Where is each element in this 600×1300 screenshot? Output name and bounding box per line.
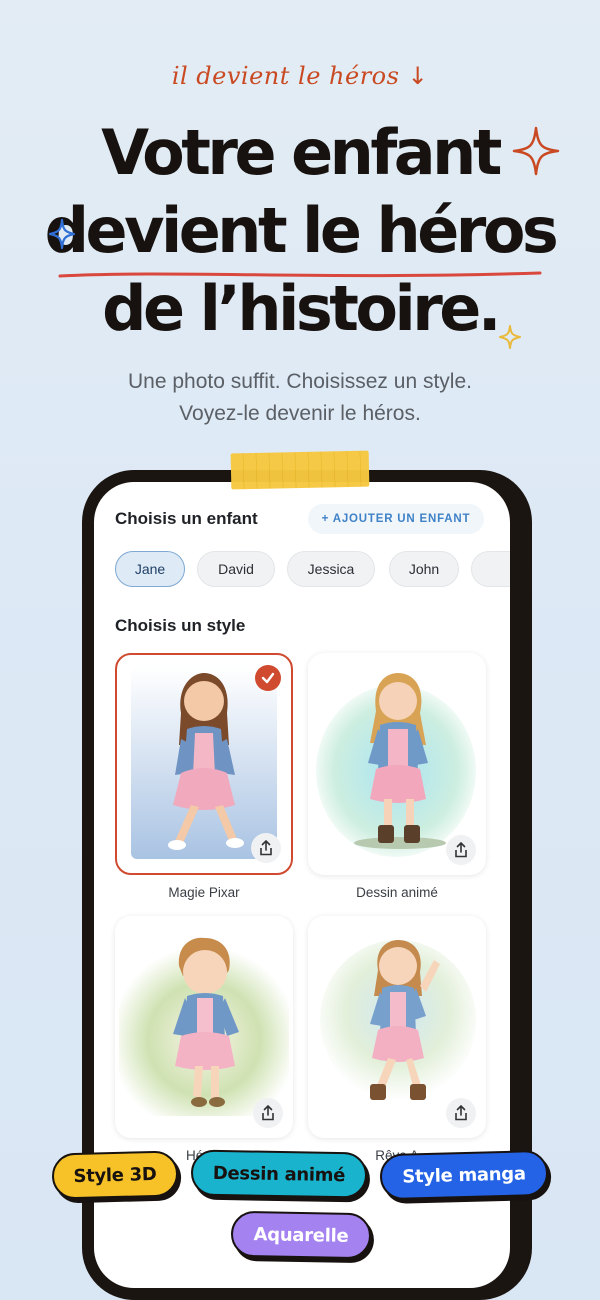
headline-line-1: Votre enfant — [101, 116, 502, 189]
child-chip-jane[interactable]: Jane — [115, 551, 185, 587]
tape-decoration — [230, 450, 370, 490]
sparkle-icon — [499, 325, 521, 349]
child-chip-john[interactable]: John — [389, 551, 459, 587]
sparkle-icon — [48, 218, 76, 250]
headline-line-2: devient le héros — [44, 194, 559, 267]
badge-cartoon: Dessin animé — [190, 1149, 368, 1199]
check-icon — [255, 665, 281, 691]
style-section-title: Choisis un style — [115, 616, 246, 635]
style-label-pixar: Magie Pixar — [168, 885, 240, 900]
child-chip-more[interactable] — [471, 551, 510, 587]
sparkle-icon — [512, 126, 560, 176]
style-card-cartoon[interactable] — [308, 653, 486, 875]
subtitle-line-2: Voyez-le devenir le héros. — [179, 402, 421, 425]
style-card-pixar[interactable] — [115, 653, 293, 875]
badge-manga: Style manga — [379, 1149, 549, 1201]
child-section-title: Choisis un enfant — [115, 509, 258, 528]
share-icon[interactable] — [446, 835, 476, 865]
subtitle-line-1: Une photo suffit. Choisissez un style. — [128, 370, 472, 393]
style-card-hero[interactable] — [115, 916, 293, 1138]
share-icon[interactable] — [446, 1098, 476, 1128]
hero-tagline: il devient le héros ↓ — [0, 62, 600, 90]
style-label-cartoon: Dessin animé — [356, 885, 438, 900]
tagline-text: il devient le héros — [171, 62, 400, 90]
share-icon[interactable] — [253, 1098, 283, 1128]
badge-watercolor: Aquarelle — [230, 1210, 372, 1260]
arrow-down-icon: ↓ — [407, 62, 429, 90]
add-child-button[interactable]: + AJOUTER UN ENFANT — [308, 504, 484, 534]
child-chip-david[interactable]: David — [197, 551, 275, 587]
share-icon[interactable] — [251, 833, 281, 863]
child-chip-jessica[interactable]: Jessica — [287, 551, 375, 587]
style-card-dream[interactable] — [308, 916, 486, 1138]
badge-style-3d: Style 3D — [51, 1150, 179, 1200]
hero-subtitle: Une photo suffit. Choisissez un style. V… — [0, 366, 600, 430]
